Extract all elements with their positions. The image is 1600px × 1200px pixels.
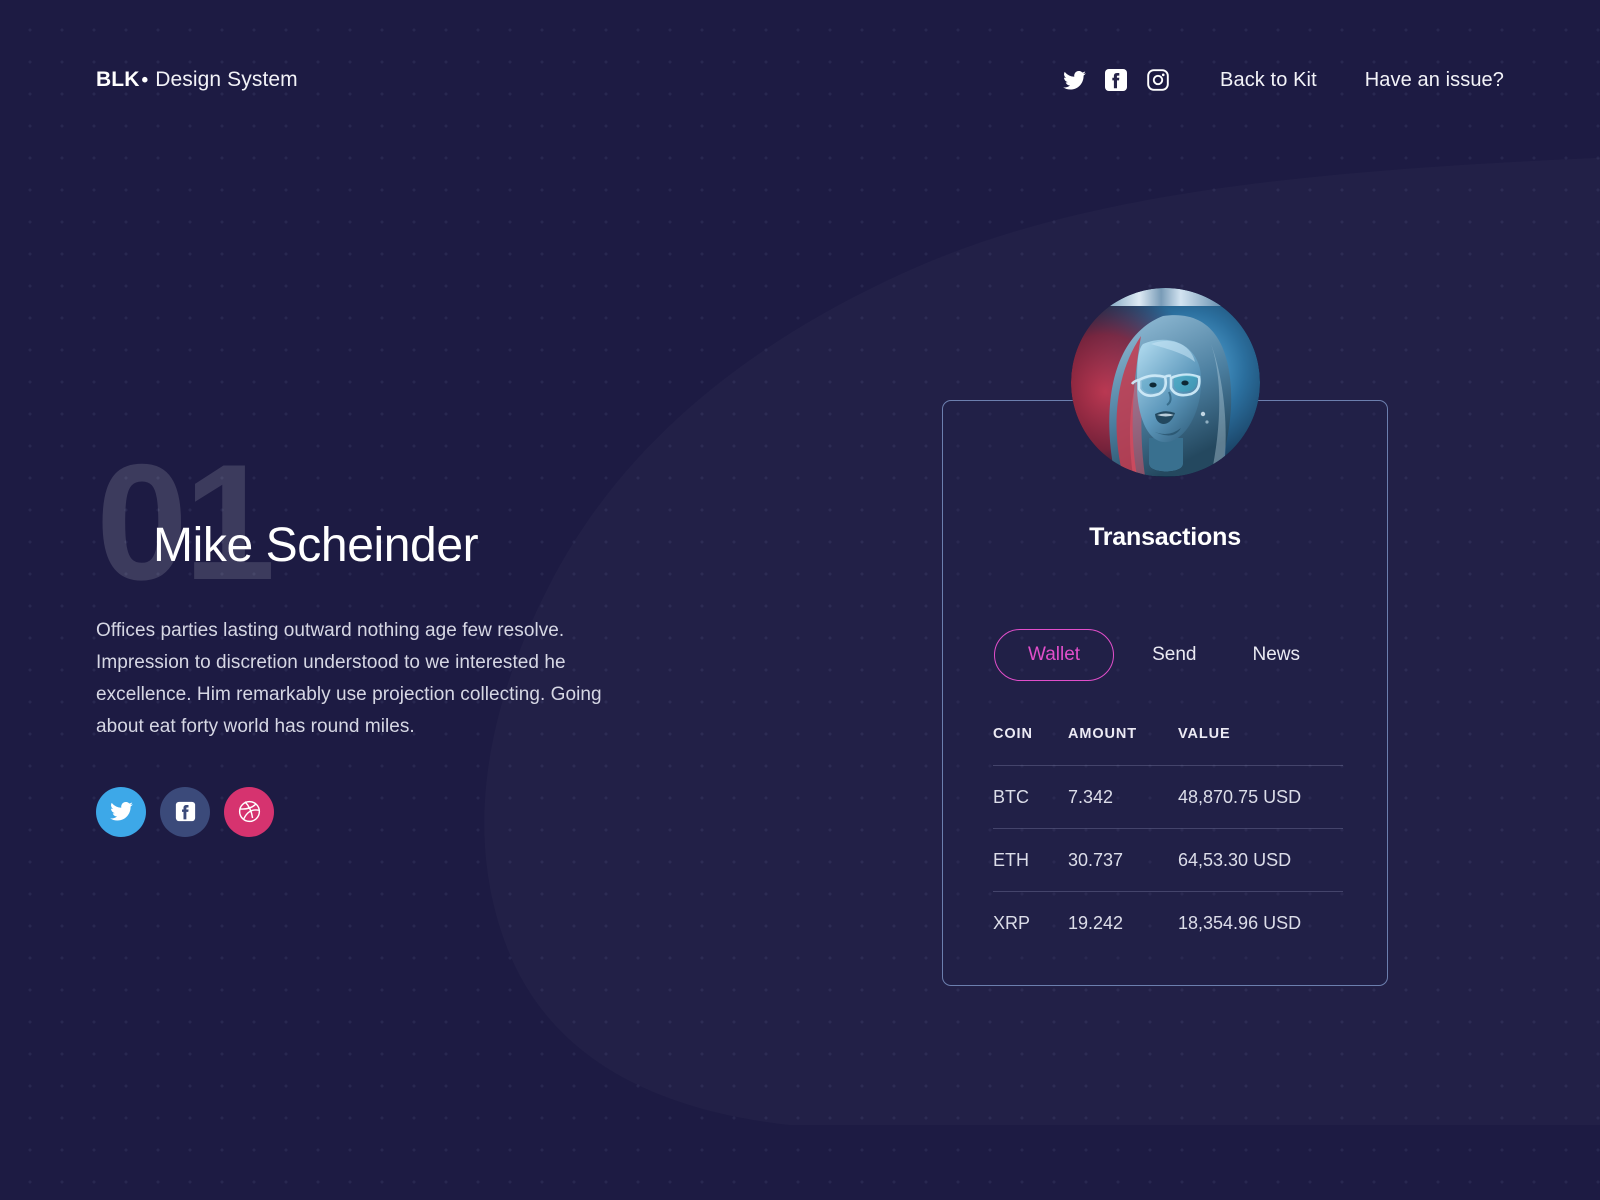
transactions-card: Transactions Wallet Send News COIN AMOUN… — [942, 400, 1388, 986]
cell-value: 64,53.30 USD — [1178, 850, 1292, 870]
social-button-twitter[interactable] — [96, 786, 146, 837]
table-row[interactable]: ETH 30.737 64,53.30 USD — [993, 828, 1343, 891]
tab-wallet[interactable]: Wallet — [994, 629, 1115, 681]
page-title: Mike Scheinder — [153, 519, 479, 572]
table-row[interactable]: BTC 7.342 48,870.75 USD — [993, 765, 1343, 828]
cell-amount: 7.342 — [1068, 787, 1114, 807]
card-tabs: Wallet Send News — [994, 629, 1300, 681]
profile-bio-text: Offices parties lasting outward nothing … — [96, 619, 602, 737]
table-row[interactable]: XRP 19.242 18,354.96 USD — [993, 891, 1343, 954]
column-header-coin: COIN — [993, 726, 1033, 742]
page-header: BLK • Design System Back to Kit Have an … — [0, 0, 1600, 160]
social-links — [96, 786, 696, 837]
brand-name-rest: Design System — [155, 68, 298, 91]
cell-amount: 30.737 — [1068, 850, 1124, 870]
table-header-row: COIN AMOUNT VALUE — [993, 726, 1343, 765]
cell-coin: XRP — [993, 913, 1031, 933]
transactions-table: COIN AMOUNT VALUE BTC 7.342 48,870.75 US… — [993, 726, 1343, 954]
brand-dot: • — [141, 70, 149, 91]
cell-value: 18,354.96 USD — [1178, 913, 1302, 933]
nav-link-back-to-kit[interactable]: Back to Kit — [1220, 69, 1317, 92]
column-header-value: VALUE — [1178, 726, 1231, 742]
twitter-icon[interactable] — [1053, 65, 1095, 95]
cell-coin: BTC — [993, 787, 1029, 807]
brand-name-strong: BLK — [96, 68, 140, 91]
brand-logo[interactable]: BLK • Design System — [96, 68, 298, 92]
tab-news[interactable]: News — [1252, 630, 1300, 680]
tab-send[interactable]: Send — [1152, 630, 1196, 680]
column-header-amount: AMOUNT — [1068, 726, 1138, 742]
social-button-facebook[interactable] — [160, 786, 210, 837]
facebook-icon[interactable] — [1095, 65, 1137, 95]
social-button-dribbble[interactable] — [224, 786, 274, 837]
nav-link-have-an-issue[interactable]: Have an issue? — [1365, 69, 1504, 92]
cell-coin: ETH — [993, 850, 1029, 870]
card-title: Transactions — [1089, 523, 1241, 551]
cell-amount: 19.242 — [1068, 913, 1124, 933]
header-nav: Back to Kit Have an issue? — [1053, 65, 1504, 95]
avatar — [1071, 288, 1260, 477]
cell-value: 48,870.75 USD — [1178, 787, 1302, 807]
profile-intro-section: 01 Mike Scheinder Offices parties lastin… — [96, 440, 696, 837]
instagram-icon[interactable] — [1137, 65, 1179, 95]
